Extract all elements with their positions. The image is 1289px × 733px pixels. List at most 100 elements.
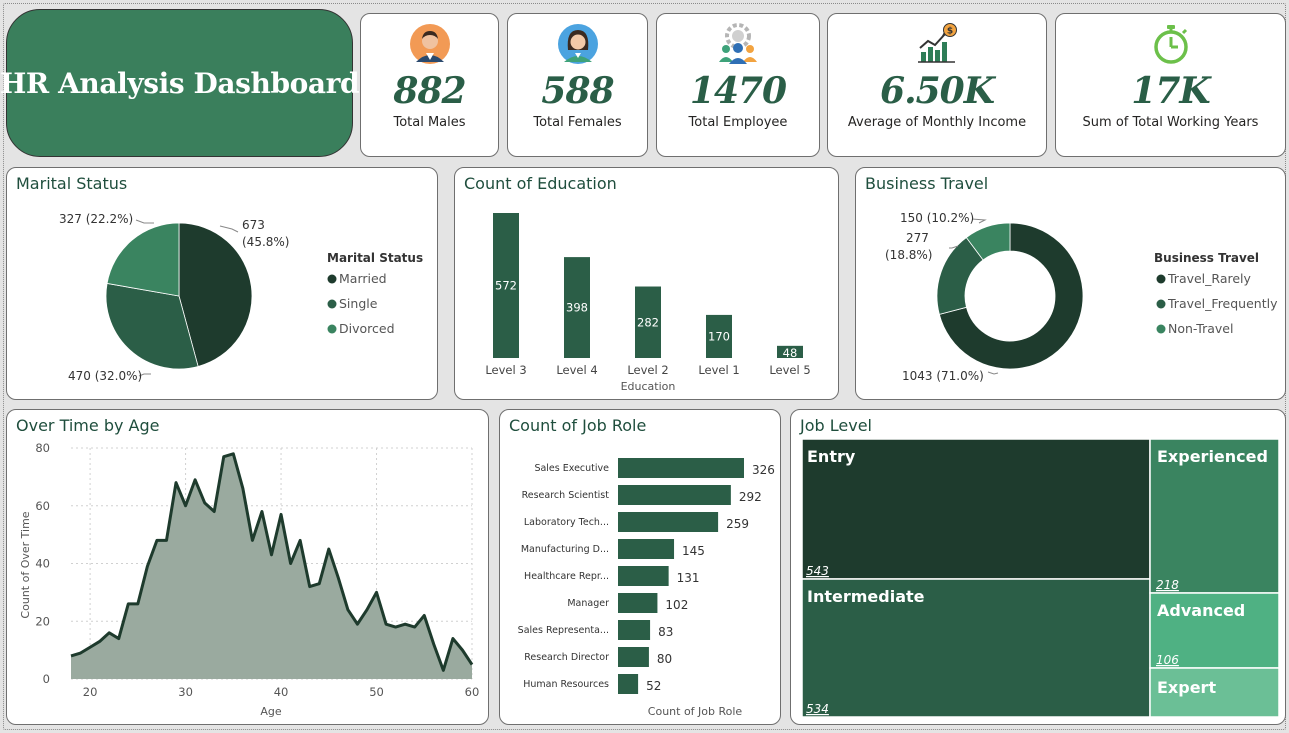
kpi-average-monthly-income[interactable]: $ 6.50K Average of Monthly Income: [827, 13, 1047, 157]
y-tick-label: Human Resources: [523, 679, 609, 690]
y-tick-label: Manufacturing D...: [521, 544, 609, 555]
x-tick-label: Level 5: [769, 363, 810, 377]
legend-title: Marital Status: [327, 251, 423, 265]
bar-data-label: 572: [495, 279, 517, 293]
treemap-label-entry: Entry: [807, 447, 856, 466]
y-axis-label: Count of Over Time: [19, 511, 32, 618]
education-visual[interactable]: Count of Education 572 Level 3 398 Level 42…: [454, 167, 839, 400]
kpi-total-employee[interactable]: 1470 Total Employee: [656, 13, 820, 157]
y-tick-label: 60: [35, 499, 50, 513]
kpi-total-males[interactable]: 882 Total Males: [360, 13, 499, 157]
y-tick-label: 80: [35, 441, 50, 455]
y-tick-label: 20: [35, 614, 50, 628]
bar-data-label: 259: [726, 517, 749, 531]
legend-item-single[interactable]: Single: [339, 296, 378, 311]
x-tick-label: Level 3: [485, 363, 526, 377]
bar-data-label: 170: [708, 329, 730, 343]
bar-data-label: 145: [682, 544, 705, 558]
leader-line: [135, 219, 154, 224]
x-tick-label: Level 2: [627, 363, 668, 377]
legend-marker-married: [327, 274, 337, 284]
job-role-bar[interactable]: [618, 512, 719, 532]
education-chart: 572 Level 3 398 Level 4 282 Level 2 170 Level 1…: [485, 213, 811, 393]
x-tick-label: 20: [83, 685, 98, 699]
bar-data-label: 83: [658, 625, 673, 639]
job-role-visual[interactable]: Count of Job Role Sales Executive 326 Rese…: [499, 409, 781, 725]
treemap-label-expert: Expert: [1157, 678, 1216, 697]
legend-marker-travel-rarely: [1156, 274, 1166, 284]
pie-slice-divorced[interactable]: [106, 222, 180, 297]
job-role-bar[interactable]: [618, 539, 675, 559]
overtime-area[interactable]: [71, 453, 472, 679]
bar-data-label: 52: [646, 679, 661, 693]
overtime-visual[interactable]: Over Time by Age 0 20 40 60 80 20 30 40 50 60 Age…: [6, 409, 489, 725]
dashboard-title-card: HR Analysis Dashboard: [0, 9, 360, 157]
team-gear-icon: [719, 23, 757, 64]
leader-line: [987, 371, 999, 375]
marital-status-chart: 673 (45.8%) 327 (22.2%) 470 (32.0%) Marit…: [59, 212, 423, 383]
kpi-label: Sum of Total Working Years: [1082, 115, 1259, 130]
y-tick-label: Research Director: [524, 652, 609, 663]
bar-data-label: 48: [783, 346, 798, 360]
legend-item-travel-rarely[interactable]: Travel_Rarely: [1167, 271, 1252, 286]
x-tick-label: 60: [465, 685, 480, 699]
x-axis-label: Education: [621, 380, 676, 393]
legend-marker-divorced: [327, 324, 337, 334]
legend-item-non-travel[interactable]: Non-Travel: [1168, 321, 1233, 336]
legend-marker-single: [327, 299, 337, 309]
job-role-bar[interactable]: [618, 593, 658, 613]
legend-item-divorced[interactable]: Divorced: [339, 321, 395, 336]
job-role-bar[interactable]: [618, 485, 731, 505]
bar-data-label: 80: [657, 652, 672, 666]
treemap-label-experienced: Experienced: [1157, 447, 1268, 466]
legend-title: Business Travel: [1154, 251, 1259, 265]
x-axis-label: Age: [260, 705, 282, 718]
x-axis-label: Count of Job Role: [648, 705, 743, 718]
bar-data-label: 398: [566, 301, 588, 315]
kpi-value: 6.50K: [880, 70, 995, 112]
y-tick-label: Research Scientist: [522, 490, 610, 501]
bar-data-label: 326: [752, 463, 775, 477]
female-avatar-icon: [557, 24, 598, 64]
kpi-total-females[interactable]: 588 Total Females: [507, 13, 648, 157]
kpi-value: 882: [393, 70, 466, 112]
treemap-value-entry: 543: [806, 564, 829, 578]
legend-item-married[interactable]: Married: [339, 271, 387, 286]
job-level-visual[interactable]: Job Level Entry 543 Intermediate 534 Exp…: [790, 409, 1286, 725]
bar-data-label: 131: [677, 571, 700, 585]
slice-label-non-travel: 150 (10.2%): [900, 211, 974, 225]
treemap-label-advanced: Advanced: [1157, 601, 1245, 620]
job-role-chart: Sales Executive 326 Research Scientist 292 L…: [518, 458, 775, 718]
job-role-bar[interactable]: [618, 566, 669, 586]
job-role-bar[interactable]: [618, 620, 651, 640]
y-tick-label: Healthcare Repr...: [524, 571, 609, 582]
kpi-value: 588: [541, 70, 614, 112]
y-tick-label: Sales Executive: [534, 463, 609, 474]
legend-item-travel-frequently[interactable]: Travel_Frequently: [1167, 296, 1278, 311]
kpi-sum-working-years[interactable]: 17K Sum of Total Working Years: [1055, 13, 1286, 157]
job-role-bar[interactable]: [618, 647, 649, 667]
kpi-label: Total Females: [533, 115, 622, 130]
y-tick-label: 0: [43, 672, 50, 686]
y-tick-label: Manager: [567, 598, 609, 609]
slice-label-divorced: 327 (22.2%): [59, 212, 133, 226]
job-role-bar[interactable]: [618, 674, 639, 694]
job-level-treemap: Entry 543 Intermediate 534 Experienced 2…: [801, 438, 1280, 718]
x-tick-label: Level 4: [556, 363, 597, 377]
dashboard-title: HR Analysis Dashboard: [0, 66, 360, 100]
male-avatar-icon: [409, 24, 450, 64]
x-tick-label: 50: [369, 685, 384, 699]
bar-data-label: 102: [665, 598, 688, 612]
legend-marker-non-travel: [1156, 324, 1166, 334]
marital-status-visual[interactable]: Marital Status 673 (45.8%) 327 (22.2%) 47…: [6, 167, 438, 400]
kpi-label: Total Males: [393, 115, 466, 130]
job-role-bar[interactable]: [618, 458, 744, 478]
svg-text:$: $: [947, 27, 953, 37]
slice-label-travel-frequently: 277 (18.8%): [885, 231, 932, 262]
x-tick-label: 30: [178, 685, 193, 699]
y-tick-label: 40: [35, 557, 50, 571]
business-travel-visual[interactable]: Business Travel 150 (10.2%) 277 (18.8%) 1…: [855, 167, 1286, 400]
treemap-value-intermediate: 534: [806, 702, 829, 716]
treemap-value-experienced: 218: [1156, 578, 1179, 592]
slice-label-travel-rarely: 1043 (71.0%): [902, 369, 984, 383]
